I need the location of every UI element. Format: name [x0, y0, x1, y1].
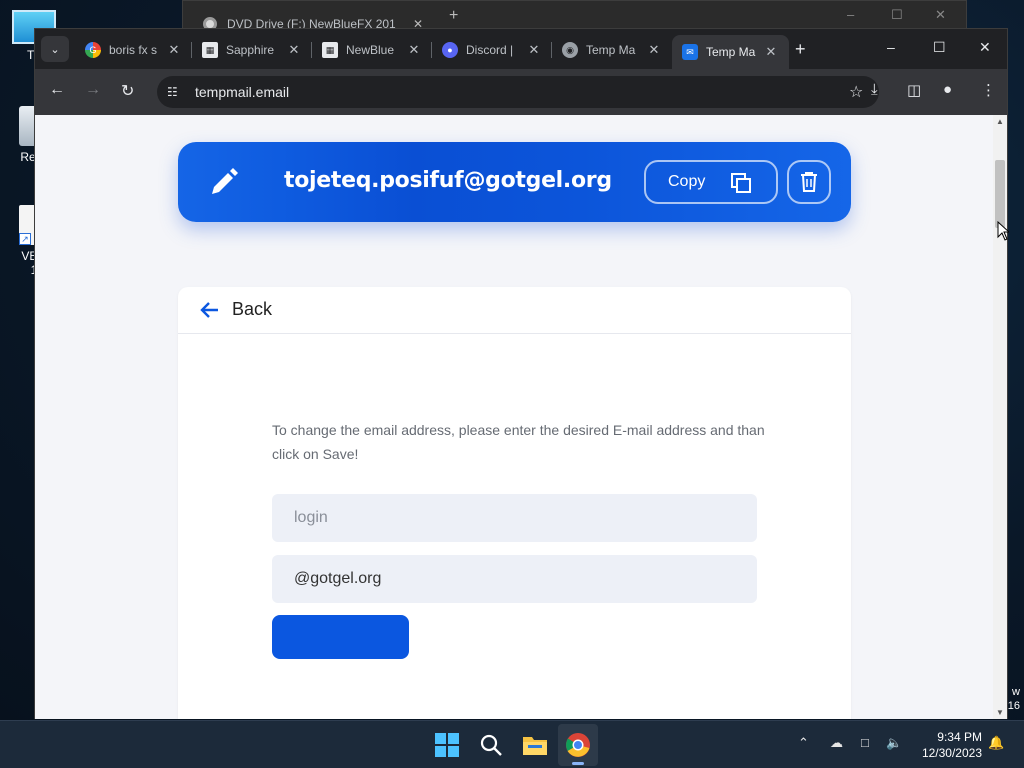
new-tab-icon[interactable]: + — [795, 39, 806, 60]
browser-toolbar: ← → ↻ ☷ tempmail.email ☆ ⤓ ◫ ● ⋮ — [35, 69, 1007, 115]
tab-search-button[interactable]: ⌄ — [41, 36, 69, 62]
tab-newblue[interactable]: ▦ NewBlue ✕ — [312, 35, 432, 65]
scroll-up-icon[interactable]: ▲ — [996, 117, 1004, 126]
chevron-down-icon: ⌄ — [50, 43, 60, 56]
volume-muted-icon[interactable]: 🔈 — [886, 735, 902, 751]
save-button[interactable] — [272, 615, 409, 659]
globe-icon: ◉ — [562, 42, 578, 58]
minimize-icon[interactable]: – — [887, 39, 895, 55]
new-tab-icon[interactable]: + — [449, 7, 458, 25]
notification-bell-icon[interactable]: 🔔 — [988, 735, 1004, 751]
close-icon[interactable]: ✕ — [166, 42, 182, 58]
back-link[interactable]: Back — [200, 299, 272, 320]
forward-arrow-icon[interactable]: → — [85, 81, 101, 99]
file-explorer-icon[interactable] — [521, 731, 549, 759]
maximize-icon[interactable]: ☐ — [891, 7, 903, 23]
reload-icon[interactable]: ↻ — [121, 81, 134, 101]
arrow-left-icon — [200, 301, 218, 318]
background-window[interactable]: DVD Drive (F:) NewBlueFX 201 ✕ + – ☐ ✕ — [182, 0, 967, 31]
system-clock[interactable]: 9:34 PM 12/30/2023 — [910, 729, 982, 761]
chevron-up-icon[interactable]: ⌃ — [798, 735, 809, 751]
close-icon[interactable]: ✕ — [526, 42, 542, 58]
email-address[interactable]: tojeteq.posifuf@gotgel.org — [284, 168, 612, 193]
back-arrow-icon[interactable]: ← — [49, 81, 65, 99]
download-icon[interactable]: ⤓ — [871, 81, 878, 98]
bank-icon: ▦ — [202, 42, 218, 58]
search-icon[interactable] — [477, 731, 505, 759]
instructions-text: To change the email address, please ente… — [272, 422, 765, 462]
tab-label: Sapphire — [226, 43, 275, 57]
tab-label: NewBlue — [346, 43, 395, 57]
close-icon[interactable]: ✕ — [406, 42, 422, 58]
start-icon[interactable] — [433, 731, 461, 759]
domain-select[interactable]: @gotgel.org — [272, 555, 757, 603]
login-input[interactable] — [272, 494, 757, 542]
trash-icon — [801, 172, 817, 192]
change-address-card: Back To change the email address, please… — [178, 287, 851, 719]
tab-label: boris fx s — [109, 43, 158, 57]
browser-window: ⌄ G boris fx s ✕ ▦ Sapphire ✕ ▦ NewBlue … — [34, 28, 1008, 719]
profile-icon[interactable]: ● — [943, 81, 952, 98]
tab-temp-mail-active[interactable]: ✉ Temp Ma ✕ — [672, 35, 789, 69]
clock-time: 9:34 PM — [937, 730, 982, 744]
close-icon[interactable]: ✕ — [763, 44, 779, 60]
tab-strip: ⌄ G boris fx s ✕ ▦ Sapphire ✕ ▦ NewBlue … — [35, 29, 1007, 69]
tab-temp-mail-1[interactable]: ◉ Temp Ma ✕ — [552, 35, 672, 65]
tab-boris-fx[interactable]: G boris fx s ✕ — [75, 35, 192, 65]
page-scrollbar[interactable]: ▲ ▼ — [993, 115, 1007, 719]
close-icon[interactable]: ✕ — [646, 42, 662, 58]
desktop-icon-label-right: 16 — [1007, 700, 1020, 712]
address-bar[interactable]: ☷ tempmail.email ☆ — [157, 76, 879, 108]
tempmail-icon: ✉ — [682, 44, 698, 60]
back-label: Back — [232, 299, 273, 319]
copy-button[interactable]: Copy — [644, 160, 778, 204]
delete-button[interactable] — [787, 160, 831, 204]
close-icon[interactable]: ✕ — [286, 42, 302, 58]
card-header: Back — [178, 287, 851, 334]
minimize-icon[interactable]: – — [847, 7, 854, 22]
maximize-icon[interactable]: ☐ — [933, 39, 946, 56]
google-icon: G — [85, 42, 101, 58]
tab-discord[interactable]: ● Discord | ✕ — [432, 35, 552, 65]
menu-icon[interactable]: ⋮ — [981, 81, 996, 99]
taskbar: ⌃ ☁ □ 🔈 9:34 PM 12/30/2023 🔔 — [0, 720, 1024, 768]
tab-sapphire[interactable]: ▦ Sapphire ✕ — [192, 35, 312, 65]
clock-date: 12/30/2023 — [921, 746, 982, 760]
scrollbar-thumb[interactable] — [995, 160, 1005, 228]
close-icon[interactable]: ✕ — [979, 39, 991, 56]
chrome-icon[interactable] — [564, 731, 592, 759]
network-icon[interactable]: □ — [861, 735, 869, 750]
site-info-icon[interactable]: ☷ — [167, 85, 183, 99]
address-url[interactable]: tempmail.email — [195, 84, 849, 100]
discord-icon: ● — [442, 42, 458, 58]
desktop-icon-label-right: w — [1012, 686, 1020, 698]
close-icon[interactable]: ✕ — [935, 7, 946, 23]
scroll-down-icon[interactable]: ▼ — [996, 708, 1004, 717]
copy-button-label: Copy — [668, 173, 706, 190]
page-viewport: tojeteq.posifuf@gotgel.org Copy Back To … — [35, 115, 993, 719]
edit-pencil-icon[interactable] — [206, 166, 240, 200]
email-address-bar: tojeteq.posifuf@gotgel.org Copy — [178, 142, 851, 222]
tab-label: Temp Ma — [586, 43, 636, 57]
onedrive-offline-icon[interactable]: ☁ — [830, 735, 843, 751]
tab-label: Discord | — [466, 43, 514, 57]
bank-icon: ▦ — [322, 42, 338, 58]
copy-icon — [731, 173, 751, 193]
side-panel-icon[interactable]: ◫ — [907, 81, 921, 99]
tab-label: Temp Ma — [706, 45, 756, 59]
mouse-cursor-icon — [997, 221, 1009, 241]
domain-value: @gotgel.org — [294, 570, 382, 587]
